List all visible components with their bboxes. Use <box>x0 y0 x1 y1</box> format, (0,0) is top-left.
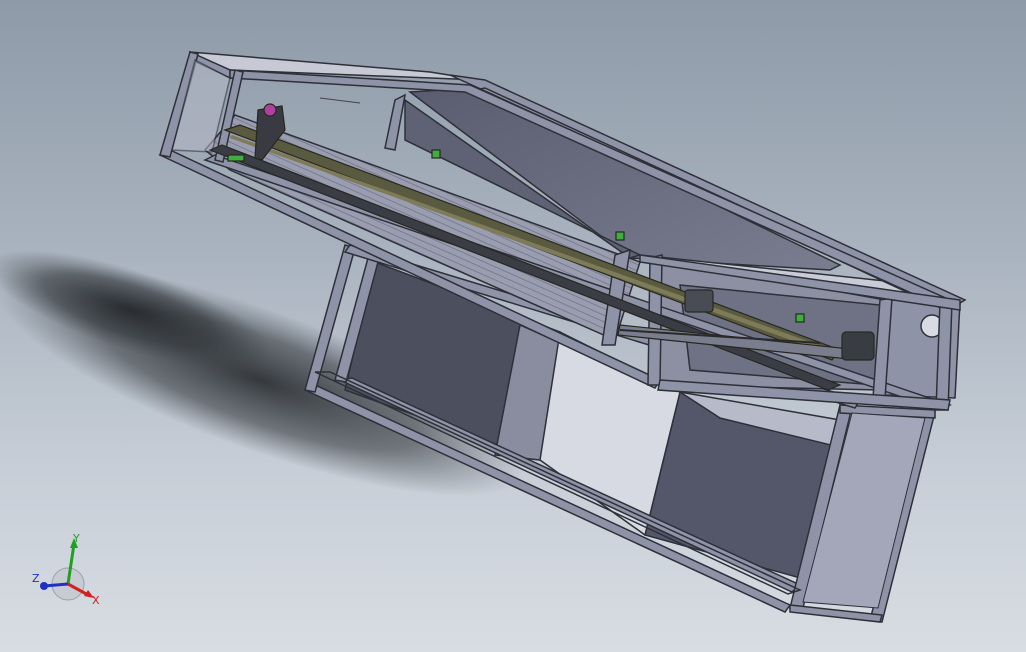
view-orientation-triad: Y X Z <box>32 532 100 607</box>
frame-mid-post <box>384 93 407 151</box>
triad-y-label: Y <box>72 532 80 545</box>
drag-cable <box>319 97 361 104</box>
green-fitting-3 <box>615 231 625 241</box>
green-fitting-1 <box>227 154 245 162</box>
graphics-viewport[interactable]: Y X Z <box>0 0 1026 652</box>
stepper-motor <box>841 331 875 361</box>
triad-x-label: X <box>92 594 100 607</box>
triad-z-cap <box>40 582 48 590</box>
cad-model-view[interactable]: Y X Z <box>0 0 1026 652</box>
belt-pulley <box>684 289 714 313</box>
laser-head-mirror <box>263 103 277 117</box>
green-fitting-4 <box>795 313 805 323</box>
triad-z-label: Z <box>32 572 40 585</box>
green-fitting-2 <box>431 149 441 159</box>
